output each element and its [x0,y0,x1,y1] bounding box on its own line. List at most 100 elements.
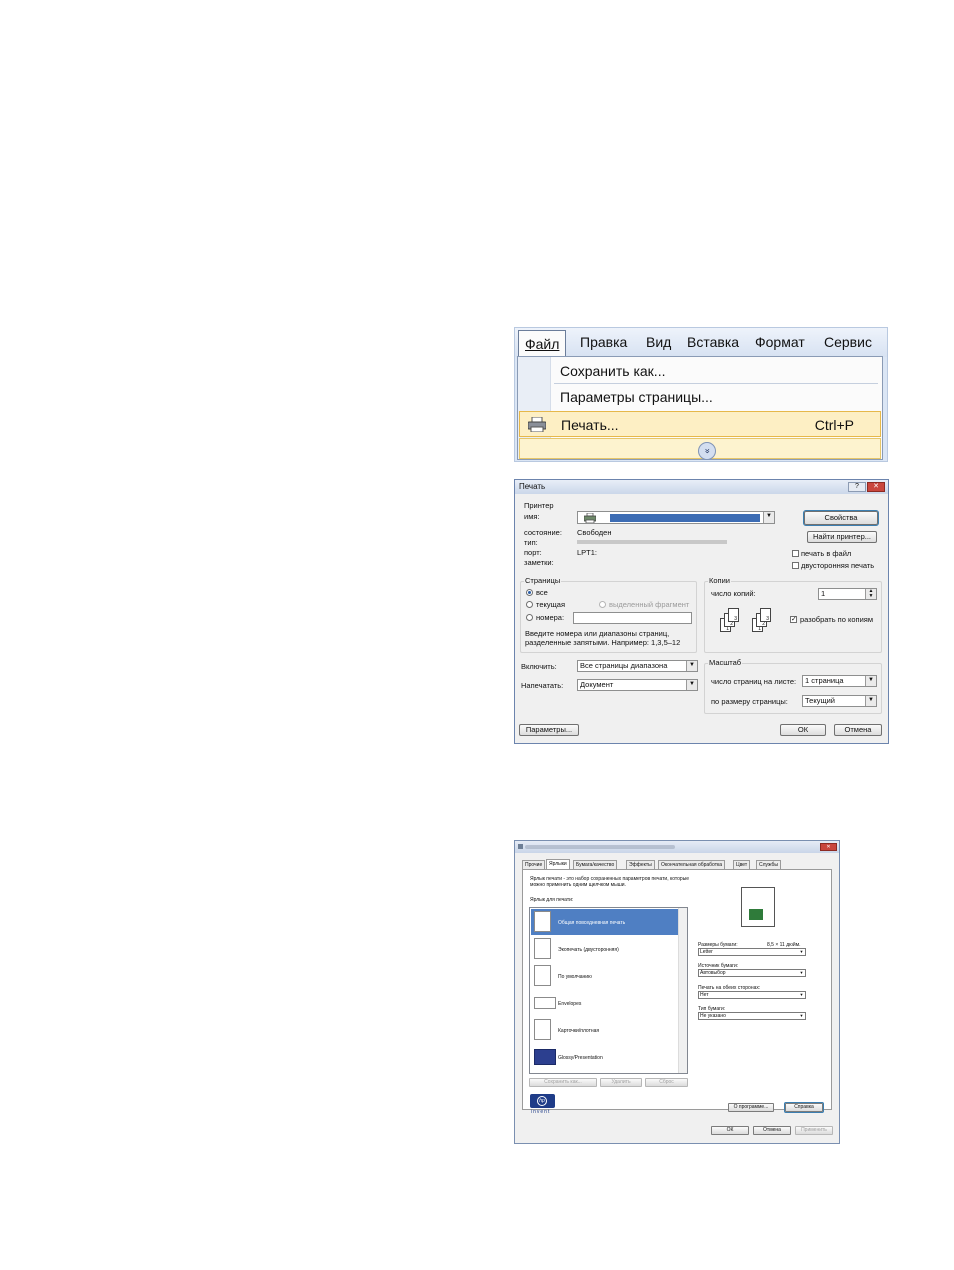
help-button[interactable]: ? [848,482,866,492]
chevron-down-icon[interactable]: ▼ [686,661,697,671]
pages-all-radio[interactable] [526,589,533,596]
close-button[interactable]: ✕ [867,482,885,492]
about-button[interactable]: О программе... [728,1103,774,1112]
copies-count-value: 1 [821,589,826,598]
list-item[interactable]: Общая повседневная печать [531,909,679,935]
cancel-button[interactable]: Отмена [753,1126,791,1135]
menu-view[interactable]: Вид [646,334,671,350]
menu-format[interactable]: Формат [755,334,805,350]
scale-to-label: по размеру страницы: [711,697,788,706]
list-item[interactable]: Экопечать (двусторонняя) [531,936,679,962]
menu-file[interactable]: Файл [518,330,567,357]
word-file-menu-screenshot: Файл Правка Вид Вставка Формат Сервис Со… [514,327,888,462]
printer-icon [528,417,546,432]
shortcut-label: Карточки/плотная [558,1028,600,1034]
cardstock-icon [534,1019,551,1040]
menu-item-page-setup[interactable]: Параметры страницы... [518,384,882,410]
tab-effects[interactable]: Эффекты [626,860,655,869]
copies-count-input[interactable]: 1 ▲ ▼ [818,588,877,600]
list-item[interactable]: Glossy/Presentation [531,1044,679,1070]
pages-all-label: все [536,588,548,597]
scale-to-select[interactable]: Текущий ▼ [802,695,877,707]
menu-item-shortcut: Ctrl+P [814,417,854,433]
preview-chart-icon [749,909,763,920]
tab-services[interactable]: Службы [756,860,781,869]
shortcut-label: По умолчанию [558,974,592,980]
pages-selection-radio [599,601,606,608]
tab-other[interactable]: Прочие [522,860,546,869]
chevron-down-icon[interactable]: ▼ [798,949,805,955]
chevron-down-icon[interactable]: ▼ [865,676,876,686]
chevron-down-icon[interactable]: ▼ [686,680,697,690]
close-button[interactable]: ✕ [820,843,837,851]
collate-sheet: 3 [760,608,771,622]
print-dialog: Печать ? ✕ Принтер имя: ▼ состояние: Сво… [514,479,889,744]
menu-expand-row[interactable]: » [519,438,881,460]
chevron-down-icon[interactable]: ▼ [798,970,805,976]
pages-current-radio[interactable] [526,601,533,608]
printer-icon [518,844,523,849]
tab-color[interactable]: Цвет [733,860,751,869]
duplex-checkbox[interactable] [792,562,799,569]
chevron-down-icon[interactable]: ▼ [798,992,805,998]
collate-checkbox[interactable]: ✓ [790,616,797,623]
pages-per-sheet-label: число страниц на листе: [711,677,797,686]
paper-size-select[interactable]: Letter ▼ [698,948,806,956]
save-as-button[interactable]: Сохранить как... [529,1078,597,1087]
menu-edit[interactable]: Правка [580,334,627,350]
shortcut-label: Экопечать (двусторонняя) [558,947,619,953]
printer-status-label: состояние: [524,528,562,537]
pages-hint-line1: Введите номера или диапазоны страниц, [525,629,670,638]
spin-arrows-icon[interactable]: ▲ ▼ [865,589,876,599]
delete-button[interactable]: Удалить [600,1078,642,1087]
pages-per-sheet-select[interactable]: 1 страница ▼ [802,675,877,687]
list-item[interactable]: Карточки/плотная [531,1017,679,1043]
menu-item-print[interactable]: Печать... Ctrl+P [519,411,881,437]
reset-button[interactable]: Сброс [645,1078,688,1087]
paper-type-select[interactable]: Не указано ▼ [698,1012,806,1020]
printer-type-value-blurred [577,540,727,544]
chevron-down-icon[interactable]: ▼ [865,696,876,706]
chevron-expand-icon[interactable]: » [698,442,716,460]
paper-size-value: Letter [700,949,713,955]
selected-printer-highlight [610,514,760,522]
hp-logo: hp [530,1094,555,1108]
include-select[interactable]: Все страницы диапазона ▼ [577,660,698,672]
options-button[interactable]: Параметры... [519,724,579,736]
hp-logo-tagline: invent [531,1109,551,1115]
duplex-select[interactable]: Нет ▼ [698,991,806,999]
find-printer-button[interactable]: Найти принтер... [807,531,877,543]
paper-source-select[interactable]: Автовыбор ▼ [698,969,806,977]
shortcuts-list-label: Ярлык для печати: [530,897,574,903]
printer-icon [584,513,596,523]
chevron-down-icon[interactable]: ▼ [763,512,774,523]
chevron-down-icon[interactable]: ▼ [798,1013,805,1019]
list-item[interactable]: По умолчанию [531,963,679,989]
pages-hint-line2: разделенные запятыми. Например: 1,3,5–12 [525,638,681,647]
printer-port-label: порт: [524,548,542,557]
paper-source-value: Автовыбор [700,970,726,976]
tab-finishing[interactable]: Окончательная обработка [658,860,726,869]
shortcuts-list[interactable]: Общая повседневная печать Экопечать (дву… [529,907,688,1074]
apply-button[interactable]: Применить [795,1126,833,1135]
menu-insert[interactable]: Вставка [687,334,739,350]
printer-name-select[interactable]: ▼ [577,511,775,524]
help-button[interactable]: Справка [784,1102,824,1113]
print-what-select[interactable]: Документ ▼ [577,679,698,691]
printer-type-label: тип: [524,538,538,547]
properties-button[interactable]: Свойства [803,510,879,526]
cancel-button[interactable]: Отмена [834,724,882,736]
blank-page-icon [534,965,551,986]
list-item[interactable]: Envelopes [531,990,679,1016]
menu-item-save-as[interactable]: Сохранить как... [518,358,882,384]
pages-range-input[interactable] [573,612,692,624]
pages-range-radio[interactable] [526,614,533,621]
duplex-value: Нет [700,992,709,998]
ok-button[interactable]: ОК [780,724,826,736]
presentation-icon [534,1049,556,1065]
menu-tools[interactable]: Сервис [824,334,872,350]
tab-paper-quality[interactable]: Бумага/качество [573,860,618,869]
ok-button[interactable]: ОК [711,1126,749,1135]
list-scrollbar[interactable] [678,908,687,1073]
print-to-file-checkbox[interactable] [792,550,799,557]
